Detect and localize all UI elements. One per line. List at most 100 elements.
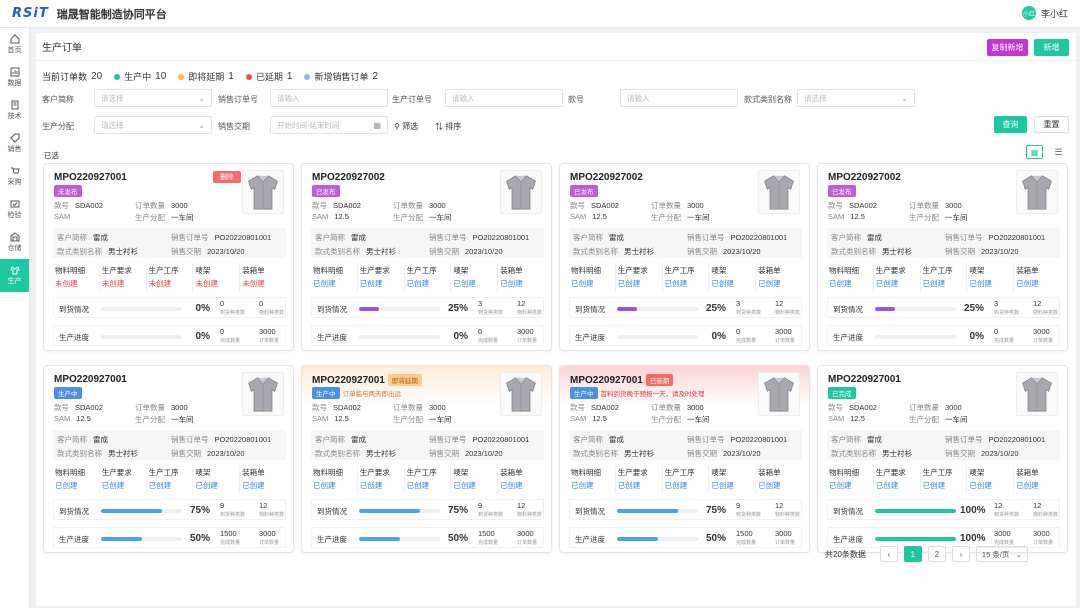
page-1-button[interactable]: 1 — [903, 546, 922, 562]
stage-item[interactable]: 装箱单 已创建 — [1014, 263, 1060, 292]
nav-item-1[interactable]: 数据 — [0, 61, 29, 94]
sales-no-field: 销售订单号 PO20220801001 — [429, 434, 529, 445]
reset-button[interactable]: 重置 — [1034, 116, 1069, 133]
stage-item[interactable]: 装箱单 已创建 — [498, 263, 544, 292]
customer-select[interactable]: 请选择 ⌄ — [94, 89, 212, 107]
stage-item[interactable]: 物料明细 已创建 — [311, 263, 358, 292]
stage-item[interactable]: 生产工序 已创建 — [147, 465, 194, 494]
stage-name: 生产要求 — [359, 468, 390, 477]
stage-item[interactable]: 唛架 未创建 — [193, 263, 241, 292]
stage-item[interactable]: 生产要求 已创建 — [616, 465, 663, 494]
page-2-button[interactable]: 2 — [927, 546, 946, 562]
stage-name: 物料明细 — [55, 468, 85, 477]
stage-item[interactable]: 物料明细 已创建 — [569, 465, 616, 494]
metric: 9 到货种类数 — [220, 501, 245, 518]
nav-item-7[interactable]: 生产 — [0, 259, 29, 292]
stage-item[interactable]: 物料明细 已创建 — [311, 465, 358, 494]
stage-item[interactable]: 生产要求 未创建 — [100, 263, 147, 292]
order-card[interactable]: MPO220927002 已发布 款号 SDA002 订单数量 3000 SAM 12.5 生产… — [301, 163, 552, 351]
stage-item[interactable]: 装箱单 已创建 — [240, 465, 286, 494]
stage-list: 物料明细 已创建 生产要求 已创建 生产工序 已创建 唛架 已创建 装箱单 已创建 — [311, 465, 544, 494]
nav-item-5[interactable]: 检验 — [0, 193, 29, 226]
stage-item[interactable]: 生产要求 已创建 — [874, 263, 921, 292]
stage-item[interactable]: 装箱单 已创建 — [756, 465, 802, 494]
metric: 3000 订单数量 — [259, 529, 279, 546]
nav-item-2[interactable]: 技术 — [0, 94, 29, 127]
field-label: 销售订单号 — [429, 435, 467, 444]
arrival-percent: 25% — [447, 303, 468, 314]
category-select[interactable]: 请选择 ⌄ — [797, 89, 915, 107]
new-button[interactable]: 新增 — [1034, 39, 1069, 56]
stage-item[interactable]: 生产工序 已创建 — [405, 465, 452, 494]
order-card[interactable]: MPO220927001 即将延期 生产中 订单临与两天即出运 款号 SDA002 订单数量… — [301, 365, 552, 553]
stage-item[interactable]: 生产工序 已创建 — [663, 263, 710, 292]
stage-item[interactable]: 唛架 已创建 — [193, 465, 241, 494]
order-card[interactable]: MPO220927001 已完成 款号 SDA002 订单数量 3000 SAM 12.5 生产… — [817, 365, 1068, 553]
stage-item[interactable]: 生产要求 已创建 — [100, 465, 147, 494]
product-image[interactable] — [242, 372, 284, 416]
stage-item[interactable]: 唛架 已创建 — [451, 263, 499, 292]
query-button[interactable]: 查询 — [994, 116, 1027, 133]
order-card[interactable]: MPO220927002 已发布 款号 SDA002 订单数量 3000 SAM 12.5 生产… — [817, 163, 1068, 351]
order-card[interactable]: MPO220927001 已延期 生产中 首料到货晚于预报一天，请及时处理 款号 SDA0… — [559, 365, 810, 553]
stage-item[interactable]: 物料明细 未创建 — [53, 263, 100, 292]
stage-item[interactable]: 唛架 已创建 — [709, 465, 757, 494]
product-image[interactable] — [758, 372, 800, 416]
stage-item[interactable]: 装箱单 已创建 — [498, 465, 544, 494]
sales-no-input[interactable]: 请输入 — [270, 89, 388, 107]
stage-item[interactable]: 生产工序 已创建 — [921, 263, 968, 292]
stage-item[interactable]: 唛架 已创建 — [967, 263, 1015, 292]
stage-item[interactable]: 生产工序 已创建 — [921, 465, 968, 494]
stage-item[interactable]: 装箱单 已创建 — [1014, 465, 1060, 494]
stage-item[interactable]: 物料明细 已创建 — [827, 465, 874, 494]
list-view-icon[interactable]: ☰ — [1050, 145, 1067, 159]
stage-item[interactable]: 唛架 已创建 — [709, 263, 757, 292]
sort-button[interactable]: ⇅ 排序 — [435, 121, 461, 132]
stage-item[interactable]: 生产工序 已创建 — [405, 263, 452, 292]
page-size-select[interactable]: 15 条/页 ⌄ — [975, 546, 1028, 562]
stage-item[interactable]: 生产工序 未创建 — [147, 263, 194, 292]
product-image[interactable] — [1016, 372, 1058, 416]
stage-item[interactable]: 生产工序 已创建 — [663, 465, 710, 494]
product-image[interactable] — [500, 372, 542, 416]
stage-item[interactable]: 唛架 已创建 — [967, 465, 1015, 494]
metric-value: 3000 — [259, 327, 276, 336]
stage-item[interactable]: 生产要求 已创建 — [358, 465, 405, 494]
assign-select[interactable]: 请选择 ⌄ — [94, 116, 212, 134]
prev-page-button[interactable]: ‹ — [879, 546, 898, 562]
nav-item-3[interactable]: 销售 — [0, 127, 29, 160]
product-image[interactable] — [1016, 170, 1058, 214]
nav-item-0[interactable]: 首页 — [0, 28, 29, 61]
shirt-icon — [248, 377, 278, 412]
product-image[interactable] — [500, 170, 542, 214]
next-page-button[interactable]: › — [951, 546, 970, 562]
stage-name: 生产工序 — [664, 266, 695, 275]
stage-item[interactable]: 装箱单 未创建 — [240, 263, 286, 292]
order-card[interactable]: MPO220927001 生产中 款号 SDA002 订单数量 3000 SAM 12.5 生产… — [43, 365, 294, 553]
copy-new-button[interactable]: 复制新增 — [987, 39, 1028, 56]
field-value: 一车间 — [945, 213, 968, 222]
stage-item[interactable]: 生产要求 已创建 — [616, 263, 663, 292]
style-input[interactable]: 请输入 — [620, 89, 738, 107]
user-menu[interactable]: 小红 李小红 — [1021, 6, 1068, 20]
nav-item-4[interactable]: 采购 — [0, 160, 29, 193]
delete-button[interactable]: 删除 — [213, 171, 241, 183]
prod-no-input[interactable]: 请输入 — [445, 89, 563, 107]
delivery-range-input[interactable]: 开始时间-结束时间 ▦ — [270, 116, 388, 134]
order-card[interactable]: MPO220927002 已发布 款号 SDA002 订单数量 3000 SAM 12.5 生产… — [559, 163, 810, 351]
stage-item[interactable]: 物料明细 已创建 — [827, 263, 874, 292]
stage-item[interactable]: 物料明细 已创建 — [569, 263, 616, 292]
product-image[interactable] — [758, 170, 800, 214]
filter-button[interactable]: ⚲ 筛选 — [394, 121, 418, 132]
status-badge: 已发布 — [828, 185, 856, 197]
metric-label: 完成数量 — [220, 338, 241, 344]
stage-item[interactable]: 生产要求 已创建 — [874, 465, 921, 494]
stage-item[interactable]: 唛架 已创建 — [451, 465, 499, 494]
stage-item[interactable]: 装箱单 已创建 — [756, 263, 802, 292]
grid-view-icon[interactable]: ▦ — [1026, 145, 1043, 159]
product-image[interactable] — [242, 170, 284, 214]
nav-item-6[interactable]: 仓储 — [0, 226, 29, 259]
order-card[interactable]: MPO220927001 未发布 删除 款号 SDA002 订单数量 3000 SAM 生产分配… — [43, 163, 294, 351]
stage-item[interactable]: 生产要求 已创建 — [358, 263, 405, 292]
stage-item[interactable]: 物料明细 已创建 — [53, 465, 100, 494]
